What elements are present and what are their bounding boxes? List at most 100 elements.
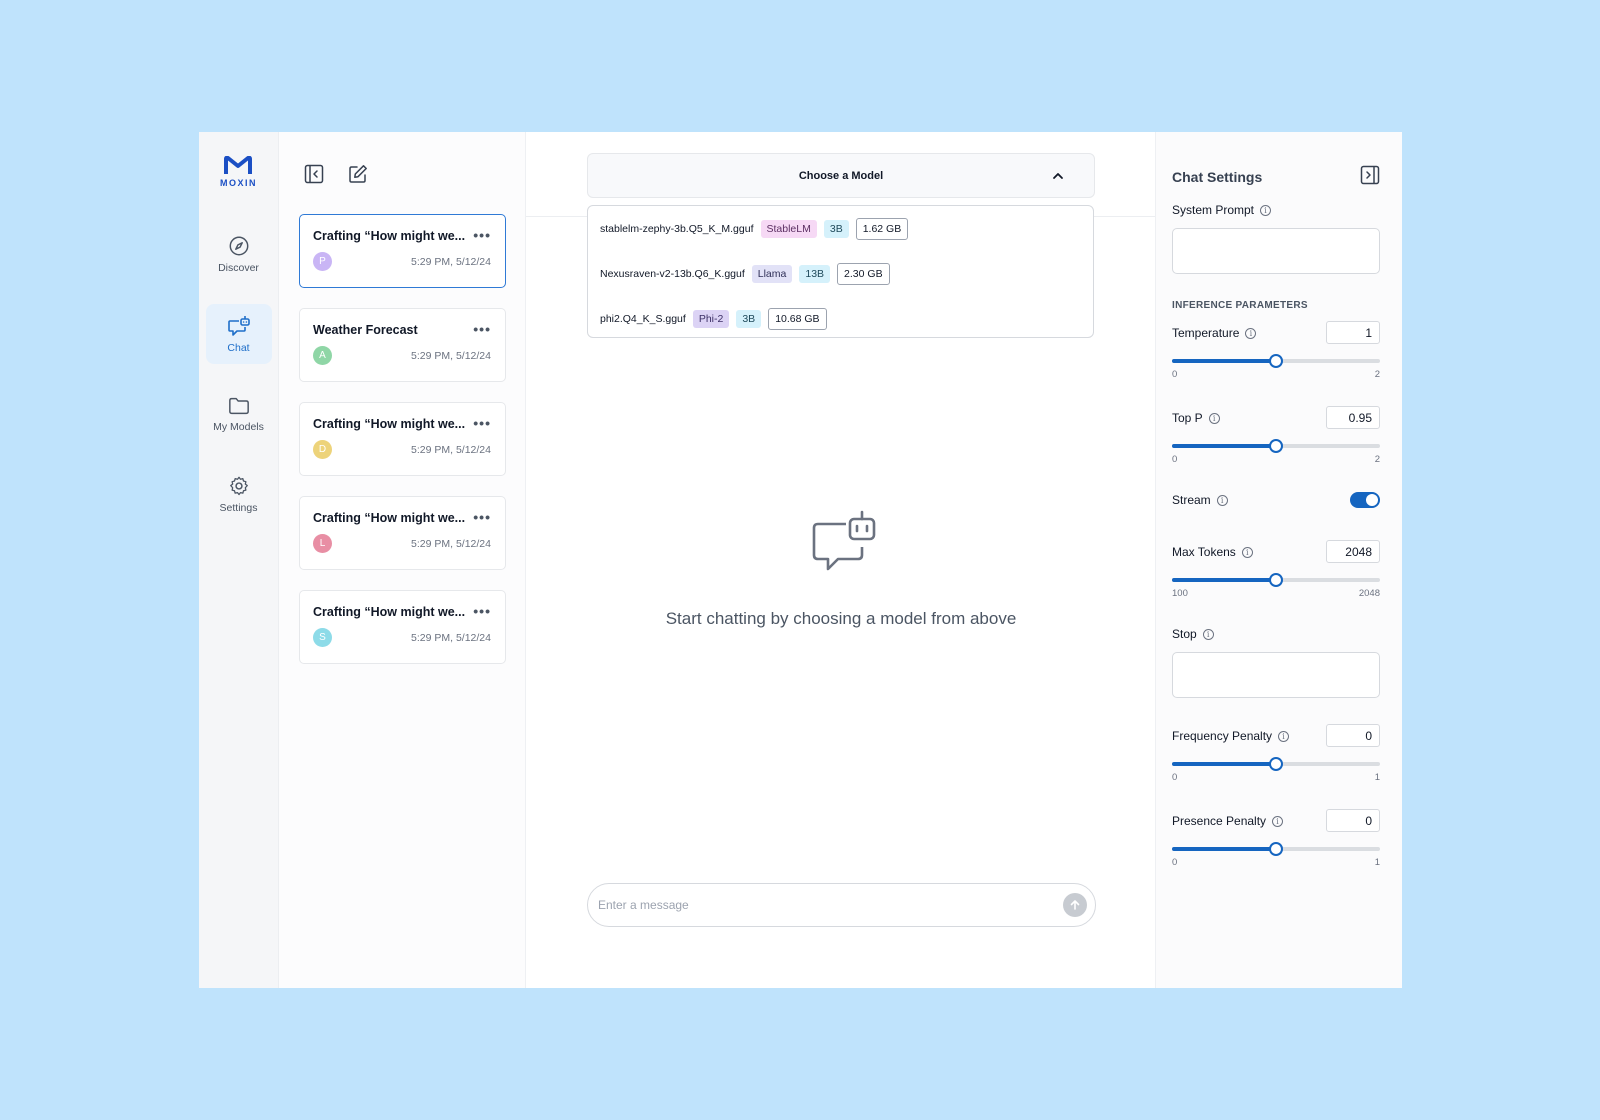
info-icon[interactable]: i — [1202, 628, 1214, 640]
nav-item-discover[interactable]: Discover — [206, 224, 272, 284]
chat-card[interactable]: Crafting “How might we... ••• P 5:29 PM, 5/… — [299, 214, 506, 288]
slider-fill — [1172, 444, 1276, 448]
system-prompt-input[interactable] — [1172, 228, 1380, 274]
message-input[interactable] — [598, 898, 1063, 912]
chat-card[interactable]: Crafting “How might we... ••• D 5:29 PM, 5/… — [299, 402, 506, 476]
avatar: L — [313, 534, 332, 553]
info-icon[interactable]: i — [1208, 412, 1220, 424]
max-tokens-value-input[interactable]: 2048 — [1326, 540, 1380, 563]
slider-thumb[interactable] — [1269, 354, 1283, 368]
model-selector[interactable]: Choose a Model — [587, 153, 1095, 198]
frequency-penalty-range: 0 1 — [1172, 772, 1380, 783]
slider-thumb[interactable] — [1269, 439, 1283, 453]
nav-rail: MOXIN Discover Chat My Models Settings — [199, 132, 279, 988]
info-icon[interactable]: i — [1272, 815, 1284, 827]
nav-label-chat: Chat — [227, 341, 250, 354]
nav-item-chat[interactable]: Chat — [205, 304, 272, 364]
nav-item-settings[interactable]: Settings — [206, 464, 272, 524]
chat-card[interactable]: Crafting “How might we... ••• L 5:29 PM, 5/… — [299, 496, 506, 570]
stop-label-text: Stop — [1172, 627, 1197, 641]
top-p-value-input[interactable]: 0.95 — [1326, 406, 1380, 429]
presence-penalty-value-input[interactable]: 0 — [1326, 809, 1380, 832]
info-icon[interactable]: i — [1278, 730, 1290, 742]
new-chat-button[interactable] — [346, 162, 370, 186]
avatar: D — [313, 440, 332, 459]
stream-toggle[interactable] — [1350, 492, 1380, 508]
system-prompt-label-text: System Prompt — [1172, 203, 1255, 217]
presence-penalty-label-text: Presence Penalty — [1172, 814, 1267, 828]
presence-penalty-slider[interactable] — [1172, 842, 1380, 856]
chat-bot-icon — [227, 315, 250, 336]
max-tokens-slider[interactable] — [1172, 573, 1380, 587]
stop-input[interactable] — [1172, 652, 1380, 698]
frequency-penalty-slider[interactable] — [1172, 757, 1380, 771]
top-p-slider[interactable] — [1172, 439, 1380, 453]
chat-card-title: Weather Forecast — [313, 323, 418, 337]
temperature-label-text: Temperature — [1172, 326, 1240, 340]
slider-thumb[interactable] — [1269, 573, 1283, 587]
stream-label: Stream i — [1172, 493, 1228, 507]
chat-card-meta: A 5:29 PM, 5/12/24 — [313, 346, 491, 365]
range-min: 0 — [1172, 772, 1178, 783]
range-min: 0 — [1172, 857, 1178, 868]
chat-card-title: Crafting “How might we... — [313, 417, 466, 431]
model-option[interactable]: phi2.Q4_K_S.gguf Phi-2 3B 10.68 GB — [600, 296, 1081, 341]
chat-card-meta: L 5:29 PM, 5/12/24 — [313, 534, 491, 553]
more-options-icon[interactable]: ••• — [473, 415, 491, 431]
info-icon[interactable]: i — [1245, 327, 1257, 339]
chat-card-title: Crafting “How might we... — [313, 511, 466, 525]
chat-card[interactable]: Crafting “How might we... ••• S 5:29 PM, 5/… — [299, 590, 506, 664]
chat-settings-panel: Chat Settings System Prompt i INFERENCE … — [1156, 132, 1402, 988]
model-option[interactable]: Nexusraven-v2-13b.Q6_K.gguf Llama 13B 2.30 … — [600, 251, 1081, 296]
more-options-icon[interactable]: ••• — [473, 509, 491, 525]
chat-card-title: Crafting “How might we... — [313, 229, 466, 243]
chat-card[interactable]: Weather Forecast ••• A 5:29 PM, 5/12/24 — [299, 308, 506, 382]
more-options-icon[interactable]: ••• — [473, 603, 491, 619]
app-window: MOXIN Discover Chat My Models Settings C… — [199, 132, 1402, 988]
temperature-value-input[interactable]: 1 — [1326, 321, 1380, 344]
collapse-sidebar-button[interactable] — [302, 162, 326, 186]
info-icon[interactable]: i — [1260, 204, 1272, 216]
moxin-logo-icon — [224, 156, 253, 174]
nav-item-my-models[interactable]: My Models — [206, 384, 272, 444]
max-tokens-label: Max Tokens i — [1172, 545, 1253, 559]
slider-thumb[interactable] — [1269, 842, 1283, 856]
range-max: 2 — [1374, 369, 1380, 380]
chat-history-panel: Crafting “How might we... ••• P 5:29 PM, 5/… — [279, 132, 526, 988]
inference-parameters-heading: INFERENCE PARAMETERS — [1172, 300, 1308, 311]
range-min: 100 — [1172, 588, 1188, 599]
chat-card-time: 5:29 PM, 5/12/24 — [411, 443, 491, 456]
frequency-penalty-value-input[interactable]: 0 — [1326, 724, 1380, 747]
top-p-range: 0 2 — [1172, 454, 1380, 465]
nav-label-discover: Discover — [218, 261, 259, 274]
chat-card-meta: D 5:29 PM, 5/12/24 — [313, 440, 491, 459]
model-params-badge: 3B — [823, 219, 849, 238]
send-button[interactable] — [1063, 893, 1087, 917]
model-size-badge: 2.30 GB — [837, 262, 890, 285]
info-icon[interactable]: i — [1241, 546, 1253, 558]
chat-list-toolbar — [299, 162, 506, 186]
info-icon[interactable]: i — [1216, 494, 1228, 506]
model-params-badge: 3B — [736, 309, 762, 328]
slider-thumb[interactable] — [1269, 757, 1283, 771]
more-options-icon[interactable]: ••• — [473, 227, 491, 243]
chat-card-meta: S 5:29 PM, 5/12/24 — [313, 628, 491, 647]
model-option[interactable]: stablelm-zephy-3b.Q5_K_M.gguf StableLM 3B 1… — [600, 206, 1081, 251]
slider-fill — [1172, 847, 1276, 851]
collapse-settings-button[interactable] — [1360, 165, 1380, 190]
temperature-label: Temperature i — [1172, 326, 1257, 340]
model-file-name: Nexusraven-v2-13b.Q6_K.gguf — [600, 267, 745, 280]
max-tokens-range: 100 2048 — [1172, 588, 1380, 599]
system-prompt-label: System Prompt i — [1172, 203, 1272, 217]
model-file-name: phi2.Q4_K_S.gguf — [600, 312, 686, 325]
chat-card-time: 5:29 PM, 5/12/24 — [411, 537, 491, 550]
temperature-slider[interactable] — [1172, 354, 1380, 368]
more-options-icon[interactable]: ••• — [473, 321, 491, 337]
chat-card-time: 5:29 PM, 5/12/24 — [411, 349, 491, 362]
nav-label-settings: Settings — [219, 501, 258, 514]
chat-bot-placeholder-icon — [806, 509, 876, 584]
nav-label-my-models: My Models — [213, 420, 264, 433]
avatar: S — [313, 628, 332, 647]
folder-icon — [228, 397, 249, 414]
chevron-up-icon — [1053, 173, 1063, 179]
